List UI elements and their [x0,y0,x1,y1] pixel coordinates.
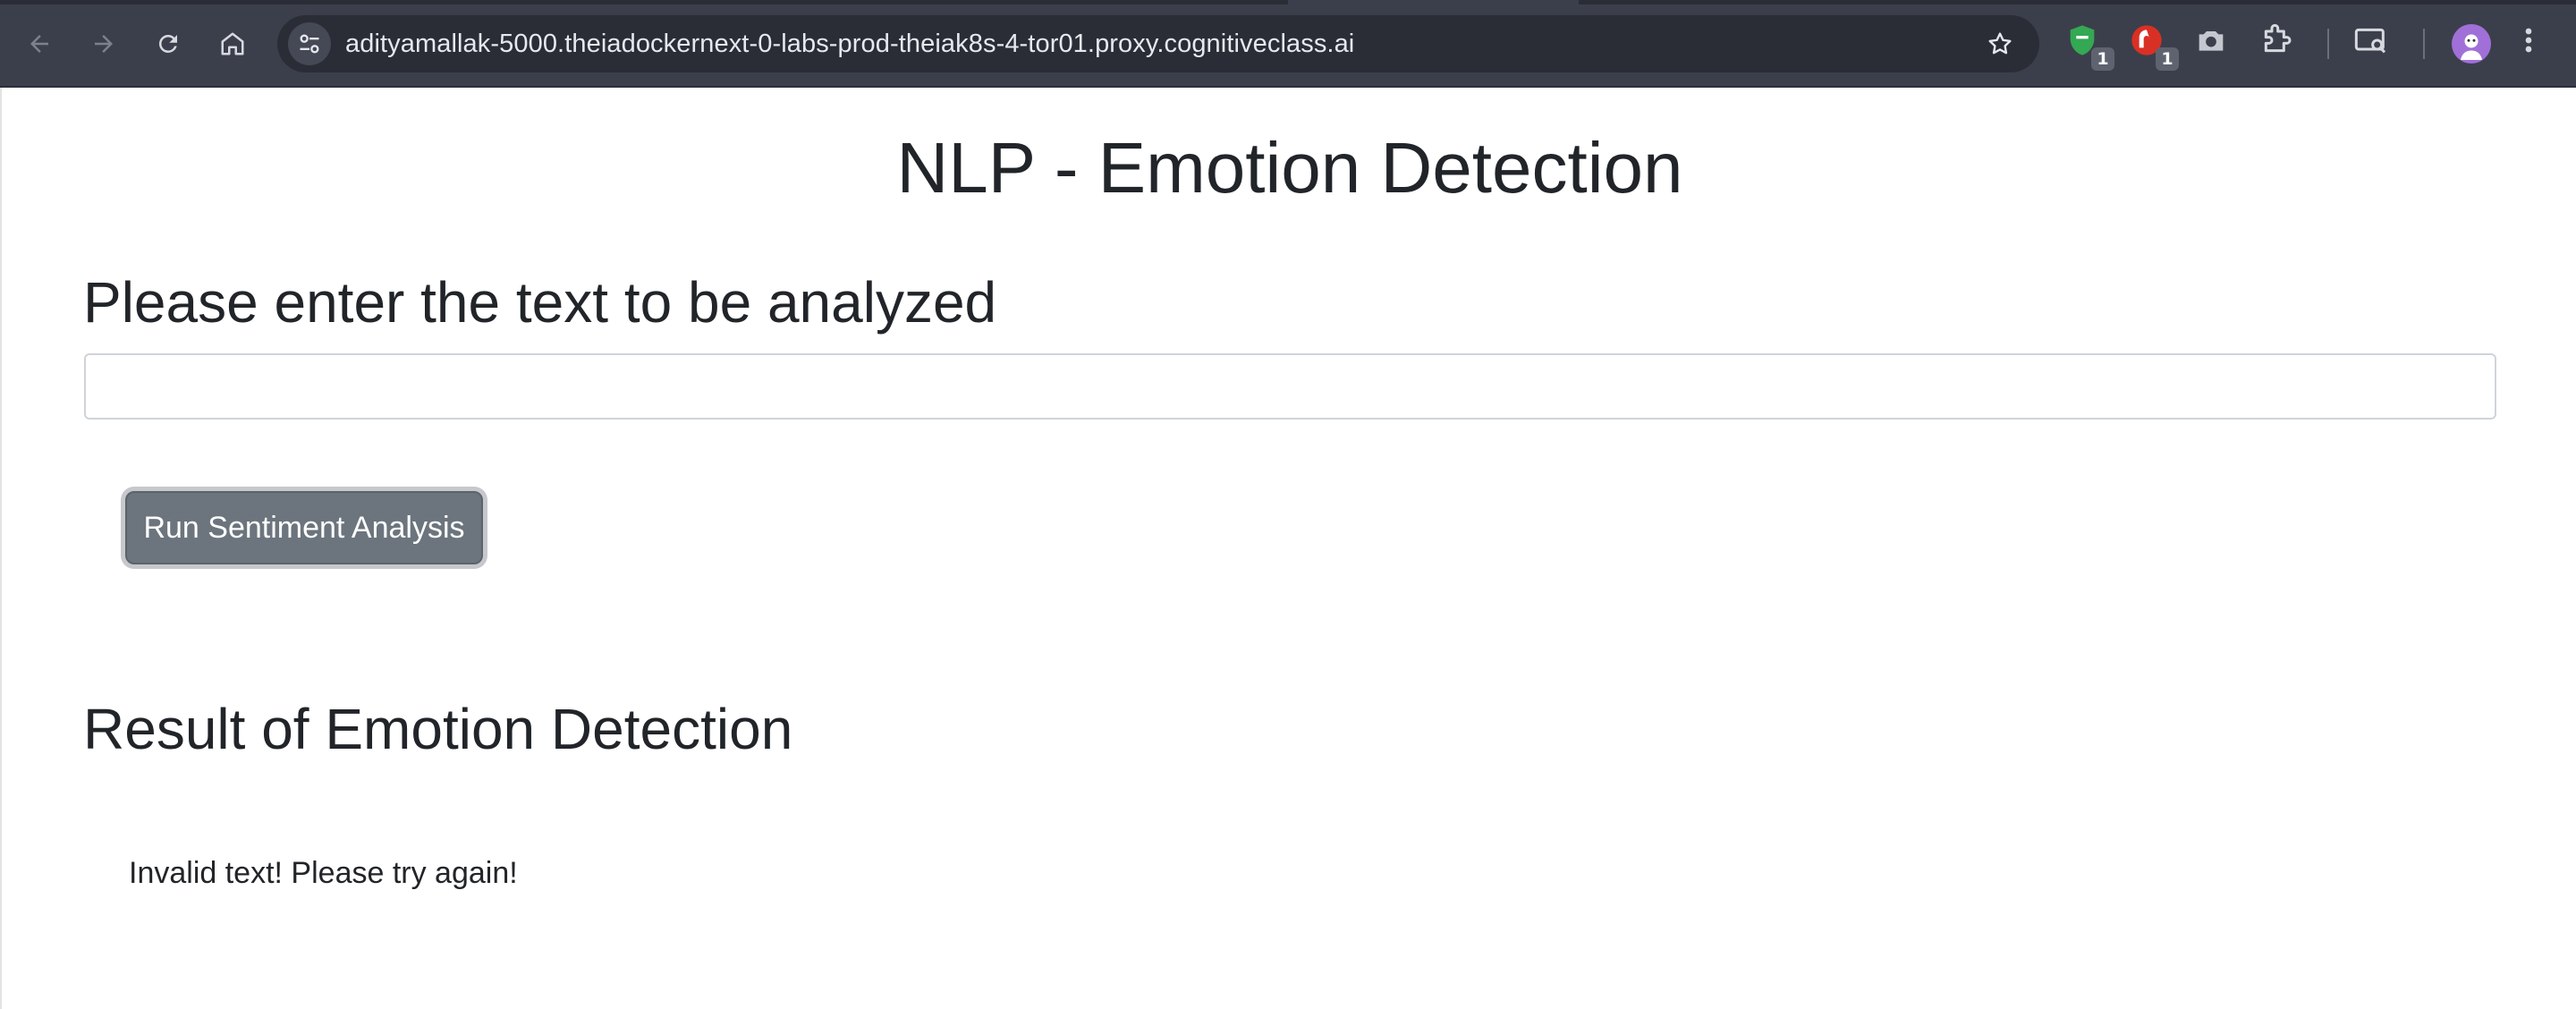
tab-search-button[interactable] [2353,22,2398,67]
reload-button[interactable] [143,19,193,69]
tab-strip-edge-right [1579,0,2576,4]
extensions-menu-button[interactable] [2258,22,2303,67]
puzzle-icon [2264,23,2292,53]
star-icon [1988,32,2012,55]
browser-toolbar: adityamallak-5000.theiadockernext-0-labs… [0,0,2576,88]
arrow-right-icon [95,35,113,53]
web-page: NLP - Emotion Detection Please enter the… [0,88,2576,1009]
toolbar-separator [2423,29,2425,59]
address-bar[interactable]: adityamallak-5000.theiadockernext-0-labs… [277,15,2039,72]
arrow-left-icon [30,35,48,53]
toolbar-separator [2327,29,2329,59]
run-sentiment-analysis-button[interactable]: Run Sentiment Analysis [125,491,483,564]
tab-strip-edge [0,0,1288,4]
url-text[interactable]: adityamallak-5000.theiadockernext-0-labs… [345,15,1354,72]
result-text: Invalid text! Please try again! [129,856,518,890]
home-button[interactable] [208,19,258,69]
shield-extension-button[interactable]: 1 [2064,22,2114,71]
tune-icon [300,34,319,54]
text-prompt-heading: Please enter the text to be analyzed [83,270,997,335]
site-info-button[interactable] [288,22,331,65]
bookmark-button[interactable] [1979,22,2021,65]
home-icon [221,32,244,55]
extension-badge: 1 [2156,47,2179,71]
camera-extension-button[interactable] [2193,22,2238,67]
result-heading: Result of Emotion Detection [83,697,793,761]
camera-icon [2199,31,2224,51]
profile-avatar[interactable] [2452,24,2491,64]
page-title: NLP - Emotion Detection [896,128,1683,208]
forward-button[interactable] [79,19,129,69]
extension-badge: 1 [2091,47,2114,71]
more-vert-icon [2525,28,2532,53]
reload-icon [158,34,177,53]
avatar-icon [2461,34,2482,60]
back-button[interactable] [14,19,64,69]
text-to-analyze-input[interactable] [84,353,2496,420]
browser-menu-button[interactable] [2515,22,2542,67]
tab-search-icon [2354,28,2386,54]
red-extension-button[interactable]: 1 [2129,22,2179,71]
